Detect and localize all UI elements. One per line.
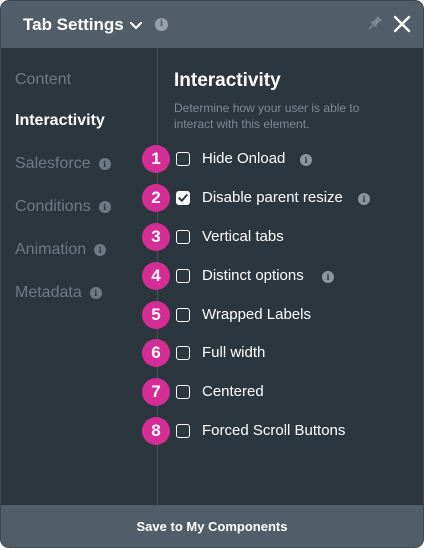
sidebar-item-salesforce[interactable]: Salesforce i [15,155,111,173]
info-icon[interactable]: i [89,287,102,299]
option-row: 5 Wrapped Labels [142,301,423,331]
sidebar-item-label: Animation [15,241,87,258]
option-label[interactable]: Distinct options [202,267,304,284]
option-label[interactable]: Wrapped Labels [202,306,311,323]
sidebar-item-label: Salesforce [15,155,91,172]
option-checkbox[interactable] [176,152,190,166]
step-badge: 6 [142,339,170,367]
panel-footer: Save to My Components [1,505,423,547]
info-icon[interactable]: i [98,158,111,170]
panel-header: Tab Settings i [1,1,423,48]
sidebar-item-label: Interactivity [15,112,105,129]
pin-icon[interactable] [366,15,382,33]
sidebar: Content Interactivity Salesforce i Condition… [1,48,158,505]
settings-panel: Tab Settings i Content Interactivity Sales… [1,1,423,547]
panel-title: Tab Settings [23,14,124,34]
step-badge: 5 [142,301,170,329]
title-dropdown[interactable]: Tab Settings [23,1,142,48]
info-icon[interactable]: i [300,154,312,166]
step-badge: 4 [142,262,170,290]
option-label[interactable]: Forced Scroll Buttons [202,422,345,439]
step-badge: 2 [142,184,170,212]
option-label[interactable]: Vertical tabs [202,228,284,245]
step-badge: 3 [142,223,170,251]
close-icon[interactable] [393,15,411,33]
option-row: 1 Hide Onload i [142,145,423,175]
section-description: Determine how your user is able to inter… [174,101,360,131]
option-label[interactable]: Hide Onload [202,150,285,167]
option-row: 2 Disable parent resize i [142,184,423,214]
checkmark-icon [178,194,188,202]
option-checkbox[interactable] [176,424,190,438]
save-to-my-components-button[interactable]: Save to My Components [137,519,288,534]
option-row: 3 Vertical tabs [142,223,423,253]
sidebar-item-metadata[interactable]: Metadata i [15,284,102,302]
option-label[interactable]: Full width [202,344,265,361]
option-row: 7 Centered [142,378,423,408]
sidebar-item-label: Conditions [15,198,91,215]
option-label[interactable]: Disable parent resize [202,189,343,206]
sidebar-item-label: Metadata [15,284,82,301]
option-label[interactable]: Centered [202,383,264,400]
sidebar-item-interactivity[interactable]: Interactivity [15,112,105,130]
sidebar-item-label: Content [15,71,72,88]
option-checkbox[interactable] [176,385,190,399]
interactivity-section: Interactivity Determine how your user is… [142,48,423,505]
option-row: 6 Full width [142,339,423,369]
info-icon[interactable]: i [155,18,168,31]
option-checkbox[interactable] [176,346,190,360]
info-icon[interactable]: i [94,244,107,256]
option-checkbox[interactable] [176,191,190,205]
step-badge: 8 [142,417,170,445]
sidebar-item-conditions[interactable]: Conditions i [15,198,111,216]
option-row: 8 Forced Scroll Buttons [142,417,423,447]
step-badge: 1 [142,145,170,173]
option-checkbox[interactable] [176,308,190,322]
section-title: Interactivity [174,70,281,91]
sidebar-item-animation[interactable]: Animation i [15,241,107,259]
option-checkbox[interactable] [176,269,190,283]
sidebar-item-content[interactable]: Content [15,71,71,89]
chevron-down-icon [129,21,142,29]
info-icon[interactable]: i [358,193,370,205]
option-checkbox[interactable] [176,230,190,244]
option-row: 4 Distinct options i [142,262,423,292]
info-icon[interactable]: i [322,271,334,283]
step-badge: 7 [142,378,170,406]
info-icon[interactable]: i [98,201,111,213]
